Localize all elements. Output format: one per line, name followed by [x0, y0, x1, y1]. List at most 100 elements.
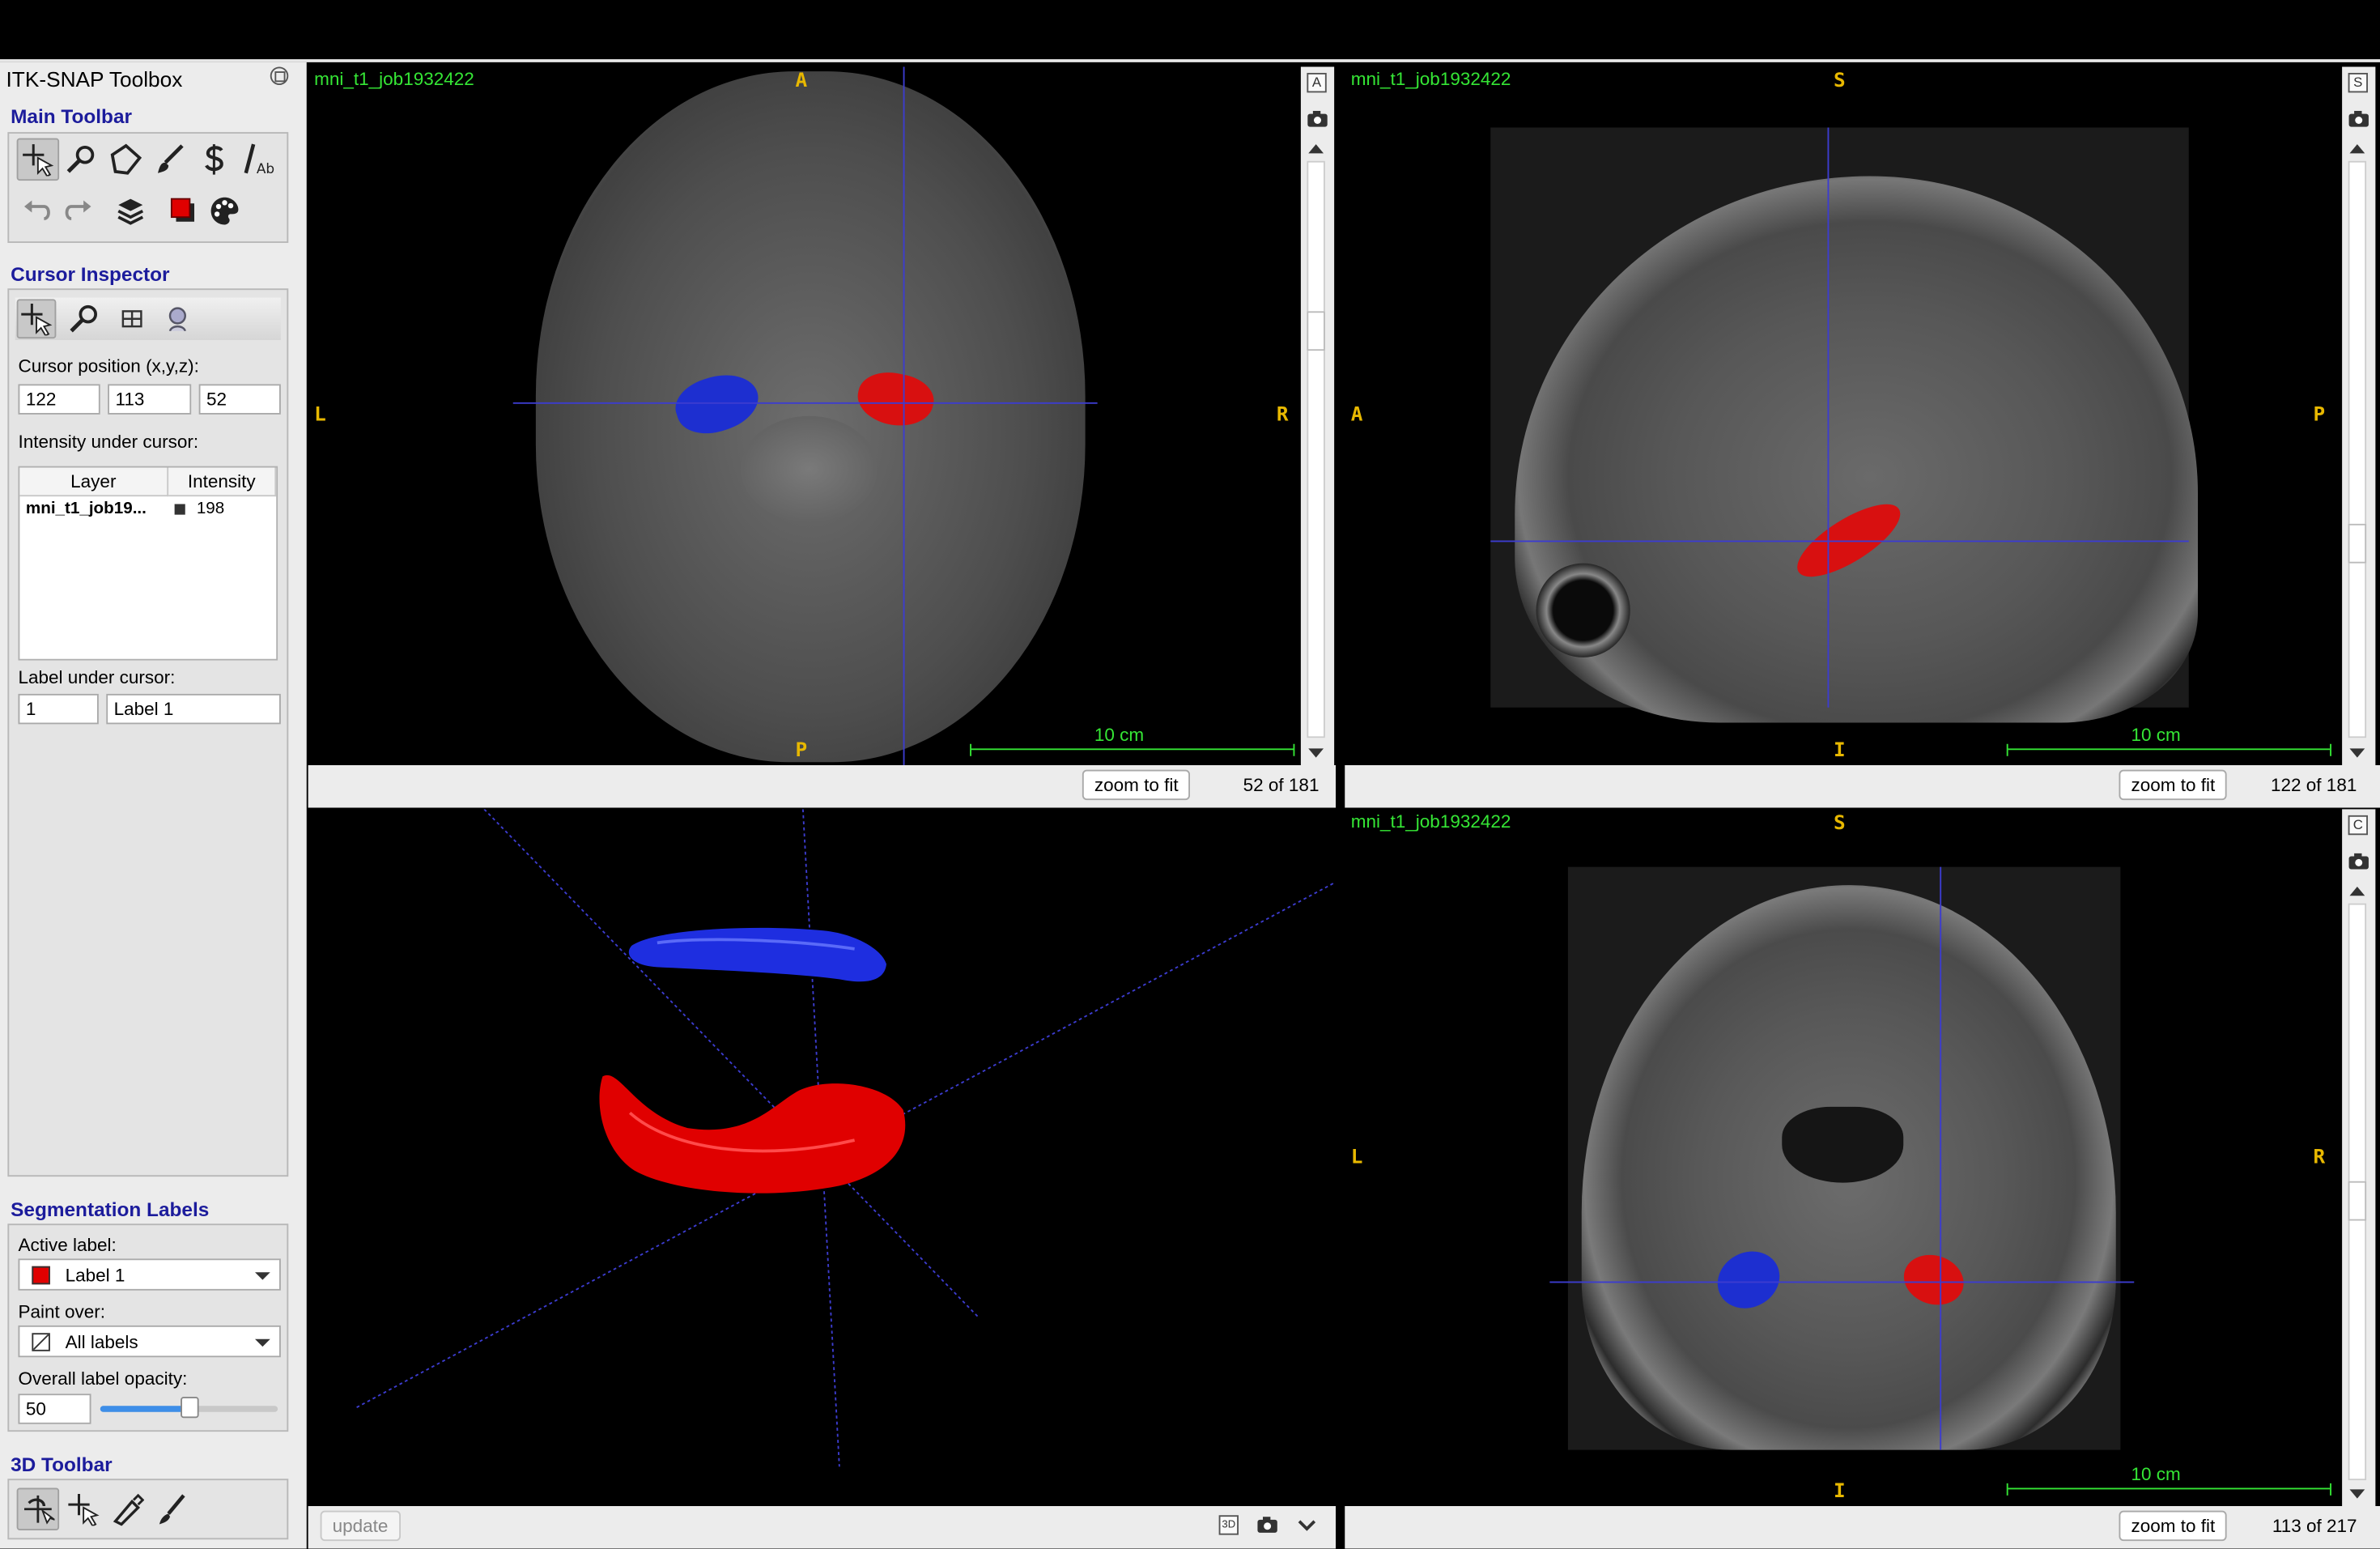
sagittal-view-footer: zoom to fit 122 of 181	[1345, 765, 2380, 808]
opacity-label: Overall label opacity:	[18, 1368, 188, 1389]
slice-down-arrow[interactable]	[2349, 1489, 2365, 1499]
layer-column-header[interactable]: Layer	[19, 467, 169, 497]
cursor-inspector-panel: Cursor position (x,y,z): 122 113 52 Inte…	[7, 288, 289, 1177]
slice-up-arrow[interactable]	[1308, 144, 1324, 154]
label-editor-button[interactable]	[163, 189, 206, 232]
slice-down-arrow[interactable]	[1308, 748, 1324, 758]
3d-toolbar	[7, 1479, 289, 1540]
rotate-3d-icon	[24, 1495, 55, 1525]
label-color-icon	[170, 198, 194, 222]
update-button[interactable]: update	[320, 1510, 401, 1542]
color-map-button[interactable]	[203, 189, 246, 232]
palette-icon	[210, 197, 239, 225]
opacity-slider[interactable]	[100, 1397, 278, 1419]
opacity-field[interactable]: 50	[18, 1394, 91, 1424]
scale-bar-label: 10 cm	[2131, 724, 2181, 746]
slice-scrollbar[interactable]	[2348, 903, 2367, 1481]
cursor-x-field[interactable]: 122	[18, 384, 100, 415]
opacity-slider-handle[interactable]	[181, 1397, 199, 1419]
inspector-crosshair-button[interactable]	[16, 299, 57, 339]
intensity-swatch	[173, 503, 185, 514]
redo-icon	[65, 200, 91, 220]
camera-icon[interactable]	[1257, 1517, 1278, 1534]
view-layout-button[interactable]: C	[2348, 815, 2368, 836]
paintbrush-tool-button[interactable]	[149, 138, 192, 181]
slice-scrollbar-thumb[interactable]	[1307, 311, 1325, 351]
axial-view-footer: zoom to fit 52 of 181	[308, 765, 1336, 808]
zoom-to-fit-button[interactable]: zoom to fit	[1082, 769, 1191, 801]
polygon-tool-button[interactable]	[104, 138, 147, 181]
segmentation-labels-title: Segmentation Labels	[11, 1198, 210, 1221]
slice-scrollbar-thumb[interactable]	[2348, 1181, 2367, 1221]
polygon-icon	[110, 143, 142, 175]
3d-red-structure	[599, 1075, 906, 1194]
view-layout-button[interactable]: A	[1307, 73, 1327, 93]
3d-crosshair-button[interactable]	[62, 1488, 105, 1531]
inspector-table-button[interactable]	[113, 299, 152, 338]
slice-down-arrow[interactable]	[2349, 748, 2365, 758]
inspector-sync-button[interactable]	[158, 299, 198, 338]
title-bar	[0, 0, 2380, 60]
spraypaint-icon	[159, 1494, 185, 1525]
cursor-crosshair-vertical	[1940, 866, 1942, 1450]
3d-spraypaint-button[interactable]	[151, 1488, 193, 1531]
toolbox-panel: ITK-SNAP Toolbox Main Toolbar Ab Cursor …	[0, 62, 307, 1549]
cursor-crosshair-horizontal	[1549, 1281, 2135, 1283]
slice-scrollbar[interactable]	[1307, 160, 1325, 738]
cursor-crosshair-vertical	[903, 66, 905, 765]
chevron-down-icon[interactable]	[1298, 1520, 1316, 1532]
slice-scrollbar[interactable]	[2348, 160, 2367, 738]
label-name-field[interactable]: Label 1	[106, 693, 281, 725]
table-row[interactable]: mni_t1_job19... 198	[19, 496, 275, 521]
scale-bar-label: 10 cm	[1094, 724, 1145, 746]
zoom-to-fit-button[interactable]: zoom to fit	[2119, 769, 2228, 801]
chevron-down-icon	[255, 1338, 270, 1347]
cursor-y-field[interactable]: 113	[108, 384, 192, 415]
slice-number: 52 of 181	[1243, 774, 1320, 796]
layers-button[interactable]	[109, 189, 152, 232]
active-label-swatch	[32, 1266, 50, 1285]
axial-view[interactable]: mni_t1_job1932422 A P L R 10 cm	[308, 66, 1301, 765]
snake-tool-button[interactable]	[193, 138, 236, 181]
slice-up-arrow[interactable]	[2349, 887, 2365, 896]
intensity-column-header[interactable]: Intensity	[168, 467, 277, 497]
sagittal-view[interactable]: mni_t1_job1932422 S I A P 10 cm	[1345, 66, 2338, 765]
label-under-cursor-label: Label under cursor:	[18, 666, 176, 688]
zoom-to-fit-button[interactable]: zoom to fit	[2119, 1510, 2228, 1542]
scale-bar	[970, 743, 1295, 756]
3d-toolbar-title: 3D Toolbar	[11, 1453, 113, 1476]
redo-button[interactable]	[56, 189, 99, 232]
inspector-zoom-button[interactable]	[66, 299, 105, 338]
camera-icon[interactable]	[2348, 853, 2369, 870]
crosshair-icon	[68, 1494, 100, 1526]
camera-icon[interactable]	[1307, 110, 1328, 128]
main-toolbar-title: Main Toolbar	[11, 104, 133, 128]
zoom-tool-button[interactable]	[61, 138, 104, 181]
image-name-label: mni_t1_job1932422	[1350, 811, 1511, 832]
view-layout-button[interactable]: 3D	[1218, 1515, 1239, 1535]
annotation-tool-button[interactable]: Ab	[237, 138, 280, 181]
paint-over-dropdown[interactable]: All labels	[18, 1325, 281, 1358]
camera-icon[interactable]	[2348, 110, 2369, 128]
paintbrush-icon	[158, 144, 184, 173]
cursor-z-field[interactable]: 52	[198, 384, 281, 415]
3d-rotate-button[interactable]	[16, 1487, 60, 1530]
slice-up-arrow[interactable]	[2349, 144, 2365, 154]
view-layout-button[interactable]: S	[2348, 73, 2368, 93]
sync-icon	[168, 307, 186, 332]
active-label-dropdown[interactable]: Label 1	[18, 1258, 281, 1291]
crosshair-tool-button[interactable]	[16, 138, 60, 181]
axial-view-sidebar: A	[1300, 66, 1335, 765]
grid-icon	[121, 310, 142, 328]
segmentation-labels-panel: Active label: Label 1 Paint over: All la…	[7, 1223, 289, 1432]
cursor-position-label: Cursor position (x,y,z):	[18, 355, 199, 377]
3d-scalpel-button[interactable]	[106, 1488, 149, 1531]
coronal-view[interactable]: mni_t1_job1932422 S I L R 10 cm	[1345, 809, 2338, 1506]
undock-icon[interactable]	[270, 66, 289, 85]
undo-button[interactable]	[17, 189, 60, 232]
cursor-crosshair-vertical	[1827, 127, 1830, 708]
label-id-field[interactable]: 1	[18, 693, 99, 725]
slice-scrollbar-thumb[interactable]	[2348, 523, 2367, 564]
3d-render-view[interactable]	[308, 809, 1336, 1506]
3d-blue-structure	[628, 927, 886, 982]
